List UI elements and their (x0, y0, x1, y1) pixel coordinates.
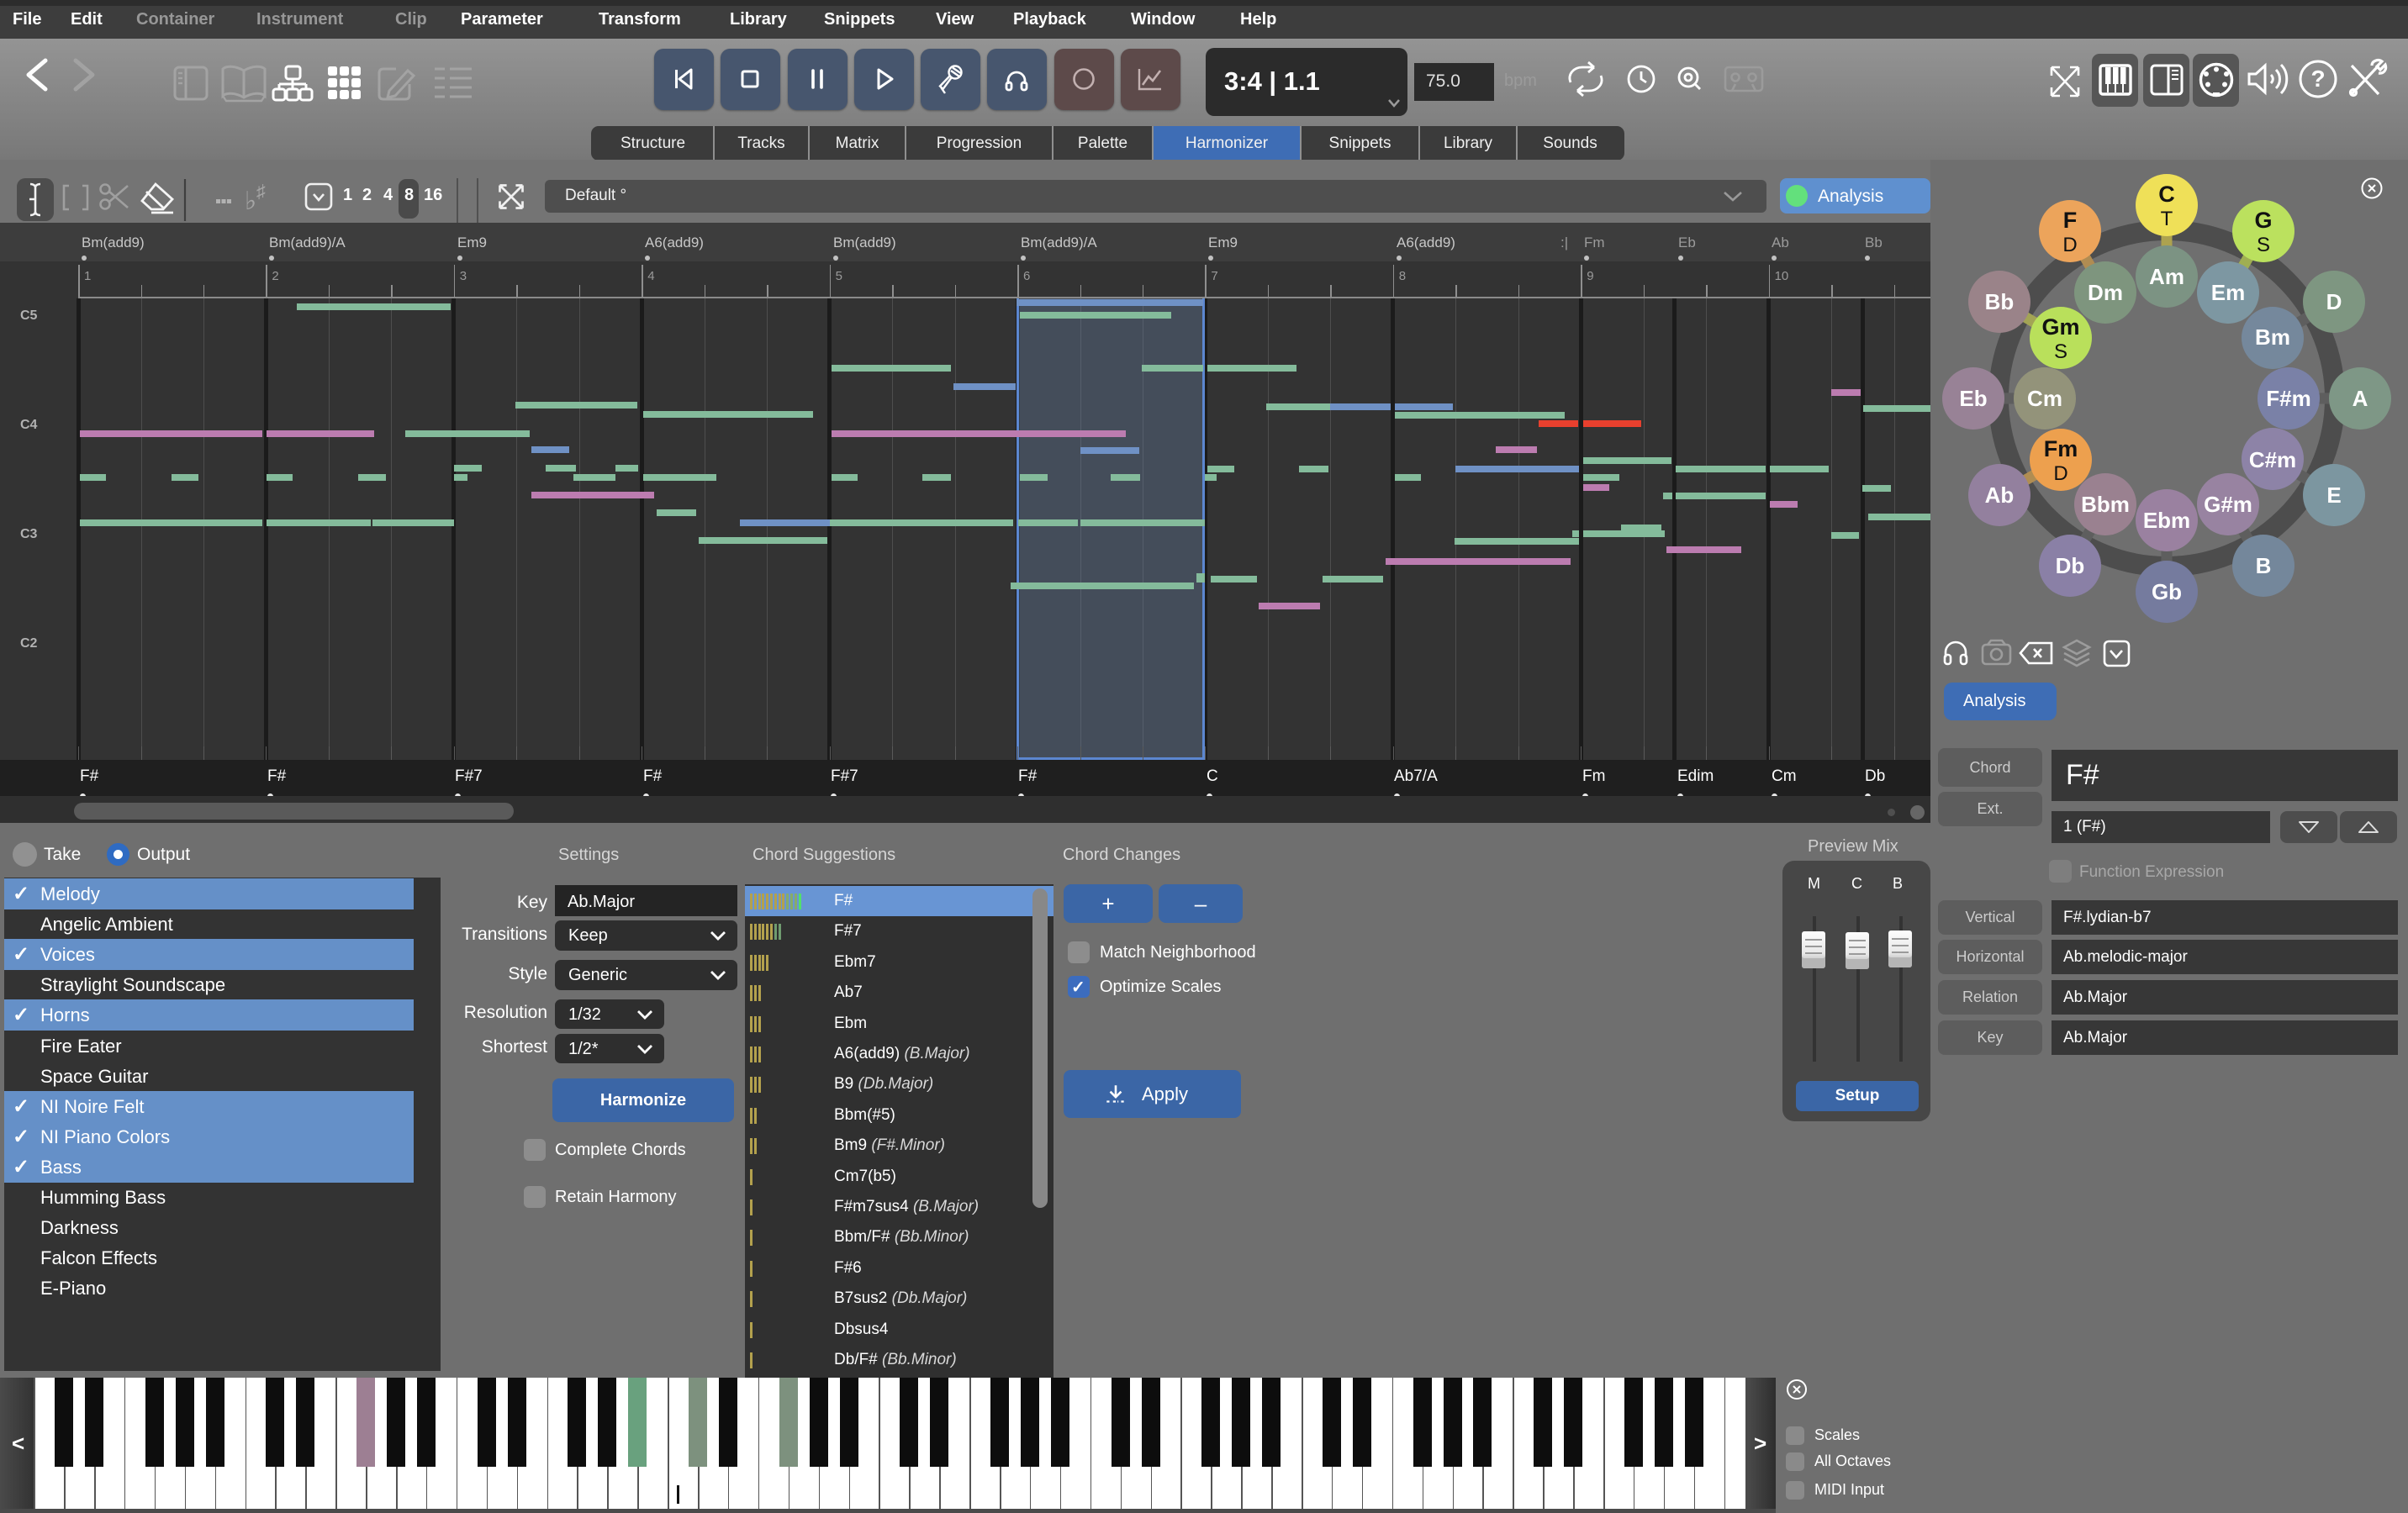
svg-text:D: D (2062, 234, 2077, 256)
svg-text:S: S (2054, 340, 2067, 363)
svg-text:Dm: Dm (2088, 280, 2123, 305)
svg-text:C: C (2158, 182, 2175, 207)
svg-text:G#m: G#m (2204, 492, 2252, 517)
svg-text:F: F (2063, 208, 2078, 233)
svg-text:B: B (2256, 553, 2272, 578)
svg-text:S: S (2257, 234, 2270, 256)
svg-text:Em: Em (2211, 280, 2245, 305)
svg-text:D: D (2326, 289, 2342, 314)
svg-text:Cm: Cm (2027, 386, 2062, 411)
svg-text:Gm: Gm (2041, 314, 2079, 340)
svg-text:Am: Am (2149, 264, 2184, 289)
svg-text:T: T (2161, 208, 2173, 230)
svg-text:?: ? (2310, 66, 2325, 92)
svg-text:Fm: Fm (2044, 436, 2078, 461)
svg-text:Gb: Gb (2152, 579, 2182, 604)
svg-text:F#m: F#m (2266, 386, 2310, 411)
svg-text:♯: ♯ (256, 181, 266, 202)
svg-text:Eb: Eb (1959, 386, 1987, 411)
svg-text:C#m: C#m (2249, 447, 2296, 472)
svg-text:Db: Db (2056, 553, 2085, 578)
svg-text:Bb: Bb (1985, 289, 2015, 314)
svg-text:Bbm: Bbm (2081, 492, 2130, 517)
svg-text:E: E (2326, 482, 2341, 508)
svg-text:Ab: Ab (1985, 482, 2015, 508)
svg-text:A: A (2353, 386, 2368, 411)
svg-text:G: G (2254, 208, 2272, 233)
svg-text:♭: ♭ (245, 187, 256, 215)
svg-text:Ebm: Ebm (2143, 508, 2190, 533)
svg-text:Bm: Bm (2255, 324, 2290, 350)
svg-text:D: D (2053, 462, 2067, 485)
